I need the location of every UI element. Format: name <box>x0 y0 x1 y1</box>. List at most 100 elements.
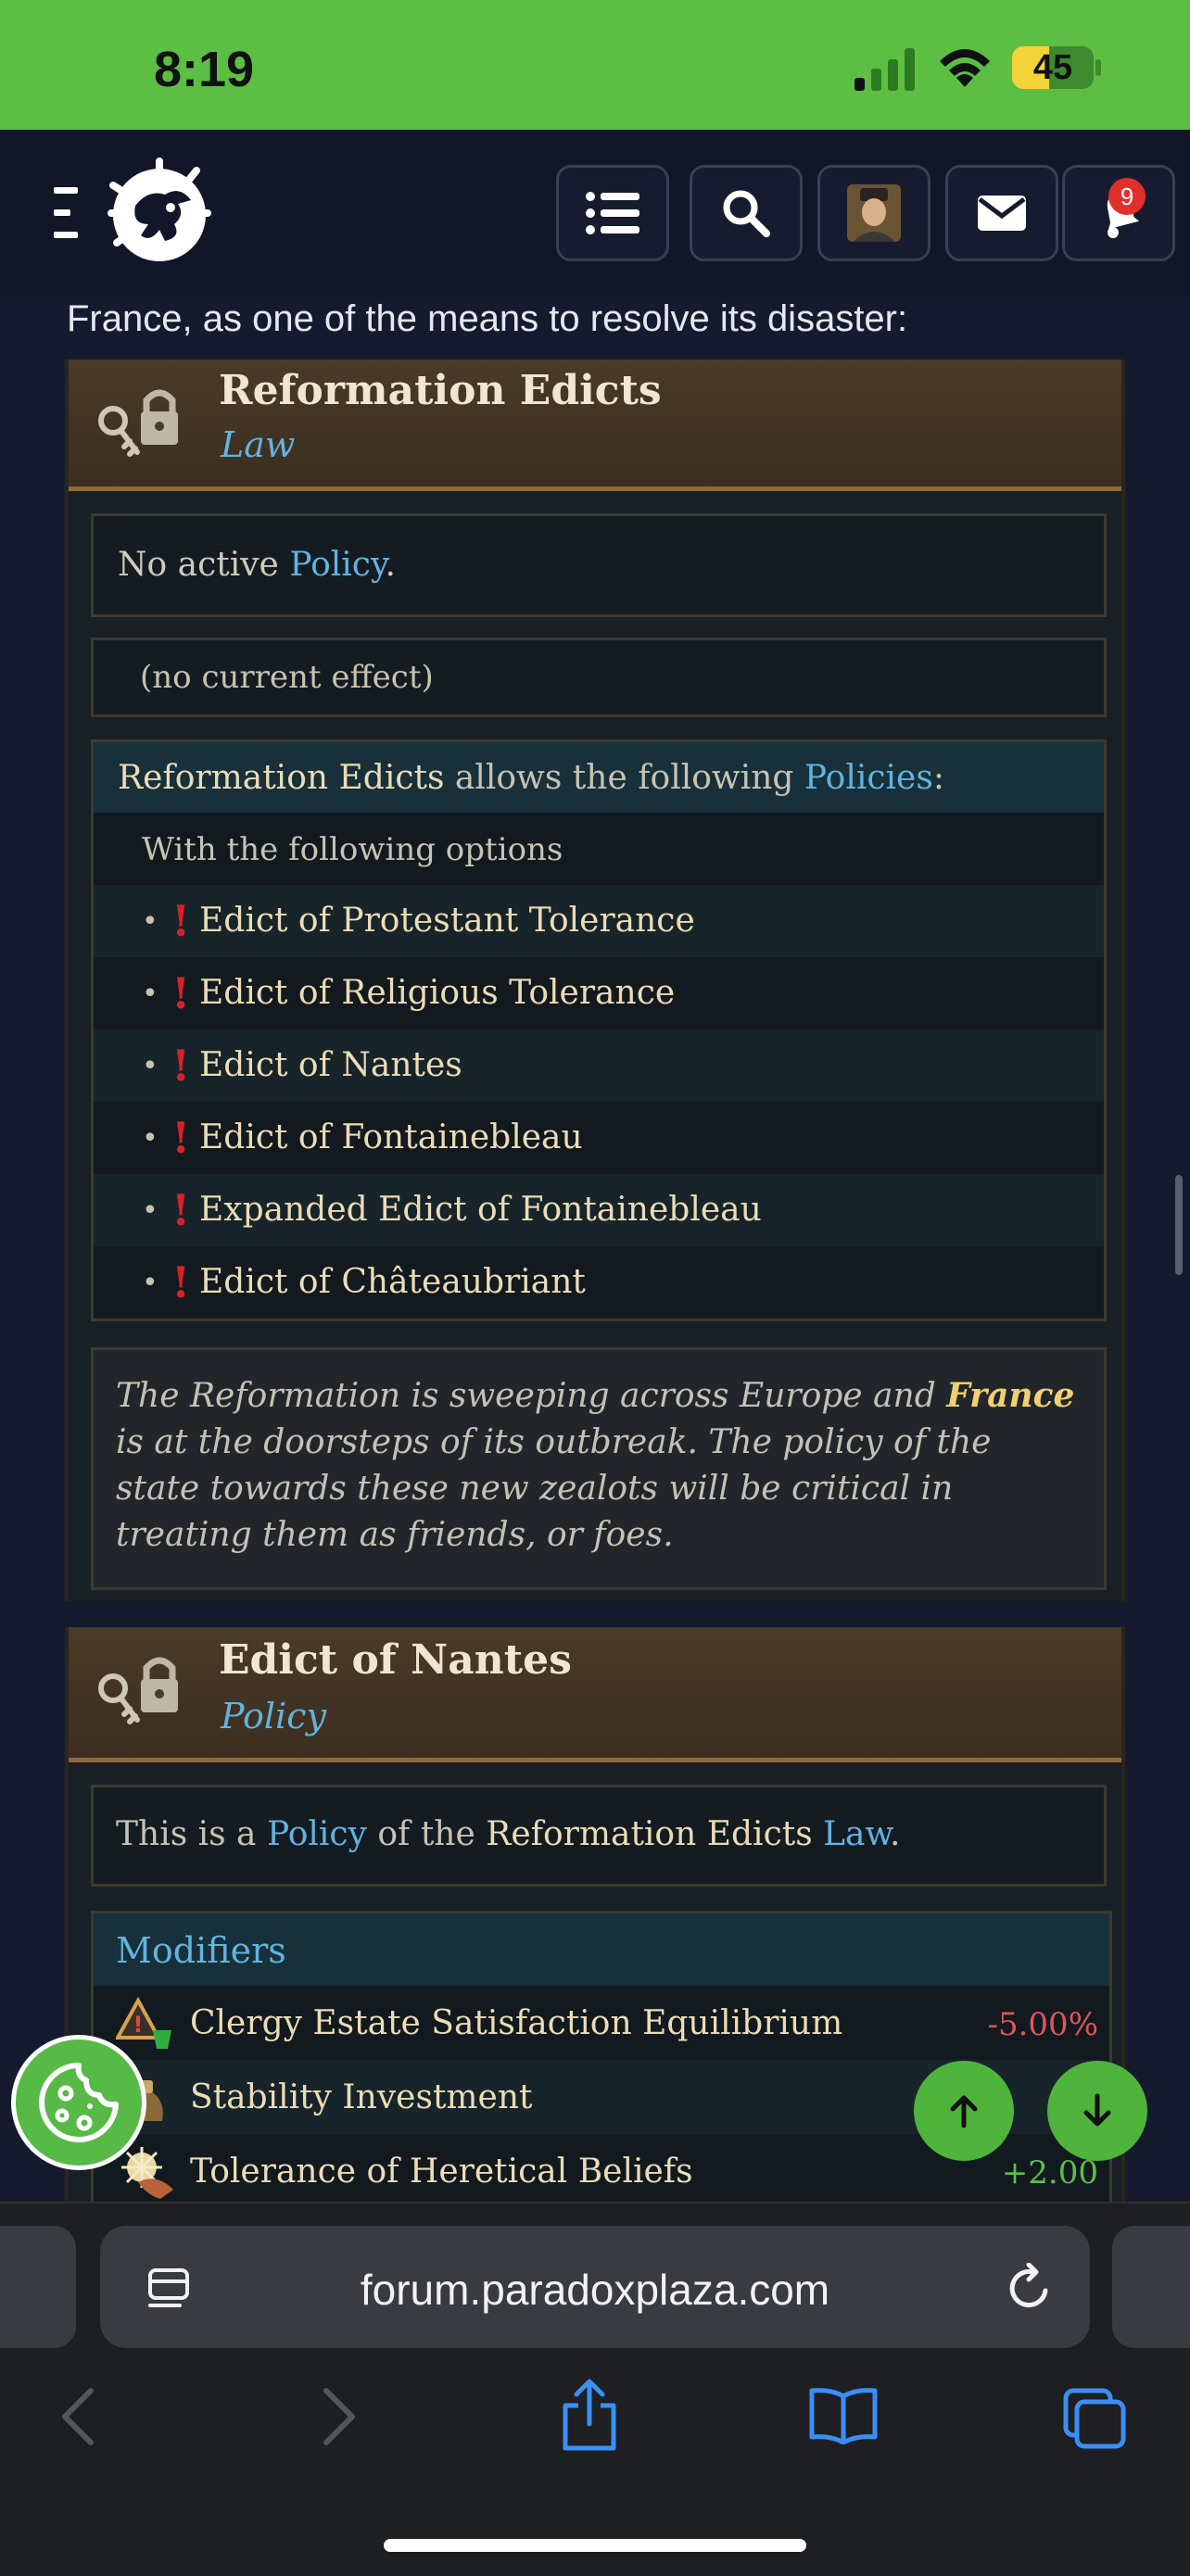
share-icon[interactable] <box>560 2378 619 2452</box>
policy-option-name: Edict of Protestant Tolerance <box>199 902 695 940</box>
status-bar: 8:19 45 <box>0 0 1190 130</box>
modifier-name: Clergy Estate Satisfaction Equilibrium <box>190 2004 843 2042</box>
desc-middle: of the <box>366 1815 487 1853</box>
mail-icon <box>978 196 1026 231</box>
modifiers-label: Modifiers <box>116 1930 286 1971</box>
bookmarks-icon[interactable] <box>808 2387 879 2444</box>
previous-tab-preview[interactable] <box>0 2226 76 2348</box>
scroll-up-button[interactable] <box>914 2061 1014 2161</box>
policy-option-name: Expanded Edict of Fontainebleau <box>199 1191 762 1229</box>
policy-option[interactable]: • ! Expanded Edict of Fontainebleau <box>94 1174 1104 1246</box>
key-lock-icon <box>98 389 178 457</box>
bullet-icon: • <box>142 1267 158 1299</box>
battery-indicator: 45 <box>1012 46 1094 89</box>
allows-suffix: : <box>932 759 944 797</box>
tabs-icon[interactable] <box>1062 2387 1127 2450</box>
policy-option-name: Edict of Nantes <box>199 1046 462 1084</box>
options-label: With the following options <box>142 831 563 868</box>
clock: 8:19 <box>154 42 255 97</box>
warning-icon: ! <box>171 1113 191 1163</box>
messages-button[interactable] <box>945 165 1058 261</box>
law-card-header: Reformation Edicts Law <box>69 360 1121 491</box>
tolerance-icon <box>121 2147 173 2199</box>
battery-percent: 45 <box>1032 48 1073 87</box>
arrow-up-icon <box>950 2095 978 2128</box>
url-text: forum.paradoxplaza.com <box>360 2266 830 2314</box>
back-icon[interactable] <box>59 2387 96 2446</box>
search-icon <box>723 190 770 237</box>
current-effect-text: (no current effect) <box>140 659 434 696</box>
modifiers-header: Modifiers <box>94 1913 1109 1986</box>
flavor-text-box: The Reformation is sweeping across Europ… <box>91 1347 1107 1590</box>
desc-prefix: This is a <box>116 1815 267 1853</box>
warning-icon: ! <box>171 1257 191 1307</box>
current-effect-box: (no current effect) <box>91 638 1107 717</box>
battery-cap <box>1095 59 1101 76</box>
policy-link[interactable]: Policy <box>289 546 385 584</box>
reload-icon[interactable] <box>1005 2263 1055 2313</box>
wifi-icon <box>940 49 990 87</box>
side-menu-icon[interactable] <box>54 187 78 241</box>
address-bar[interactable]: forum.paradoxplaza.com <box>100 2226 1090 2348</box>
arrow-down-icon <box>1083 2093 1111 2127</box>
forum-header <box>0 130 1190 297</box>
options-row: With the following options <box>94 813 1104 885</box>
warning-icon: ! <box>171 1185 191 1235</box>
allowed-policies-header: Reformation Edicts allows the following … <box>94 742 1104 813</box>
bullet-icon: • <box>142 905 158 938</box>
search-button[interactable] <box>690 165 803 261</box>
warning-icon: ! <box>171 896 191 946</box>
bullet-icon: • <box>142 978 158 1010</box>
policy-option[interactable]: • ! Edict of Nantes <box>94 1029 1104 1102</box>
cookie-settings-button[interactable] <box>11 2035 146 2170</box>
policy-link[interactable]: Policy <box>267 1815 367 1853</box>
policy-option-name: Edict of Châteaubriant <box>199 1263 586 1301</box>
law-link[interactable]: Law <box>813 1815 890 1853</box>
bullet-icon: • <box>142 1050 158 1082</box>
modifier-name: Tolerance of Heretical Beliefs <box>190 2153 693 2191</box>
desc-suffix: . <box>890 1815 901 1853</box>
policy-option[interactable]: • ! Edict of Châteaubriant <box>94 1246 1104 1319</box>
policy-option[interactable]: • ! Edict of Religious Tolerance <box>94 957 1104 1029</box>
modifier-name: Stability Investment <box>190 2078 533 2116</box>
forward-icon[interactable] <box>321 2387 358 2446</box>
key-lock-icon <box>98 1657 178 1724</box>
next-tab-preview[interactable] <box>1112 2226 1190 2348</box>
notification-badge: 9 <box>1108 178 1146 215</box>
law-name-highlight[interactable]: Reformation Edicts <box>486 1815 812 1853</box>
policy-option[interactable]: • ! Edict of Protestant Tolerance <box>94 885 1104 957</box>
avatar <box>847 184 901 242</box>
active-policy-box: No active Policy. <box>91 513 1107 617</box>
no-policy-suffix: . <box>385 546 396 584</box>
flavor-text: The Reformation is sweeping across Europ… <box>116 1372 1076 1559</box>
policy-option-name: Edict of Religious Tolerance <box>199 974 676 1012</box>
law-card-title: Reformation Edicts <box>219 367 662 414</box>
forum-menu-button[interactable] <box>556 165 669 261</box>
svg-text:!: ! <box>133 2012 144 2038</box>
user-avatar-button[interactable] <box>817 165 930 261</box>
flavor-text-start: The Reformation is sweeping across Europ… <box>116 1377 947 1415</box>
modifiers-box: Modifiers ! Clergy Estate Satisfaction E… <box>91 1911 1112 2207</box>
no-policy-text: No active <box>118 546 290 584</box>
home-indicator[interactable] <box>384 2539 806 2552</box>
policy-option[interactable]: • ! Edict of Fontainebleau <box>94 1102 1104 1174</box>
page-scrollbar[interactable] <box>1175 1175 1183 1275</box>
cellular-signal-icon <box>855 48 915 91</box>
law-name-highlight: Reformation Edicts <box>118 759 445 797</box>
list-icon <box>586 192 639 234</box>
policy-card-header: Edict of Nantes Policy <box>69 1627 1121 1762</box>
policy-card-title: Edict of Nantes <box>219 1636 572 1684</box>
browser-toolbar: forum.paradoxplaza.com <box>0 2202 1190 2576</box>
policy-description: This is a Policy of the Reformation Edic… <box>116 1815 901 1853</box>
policies-link[interactable]: Policies <box>804 759 933 797</box>
policy-description-box: This is a Policy of the Reformation Edic… <box>91 1785 1107 1887</box>
warning-icon: ! <box>171 968 191 1018</box>
modifier-value: +2.00 <box>1001 2154 1098 2191</box>
policy-option-name: Edict of Fontainebleau <box>199 1118 583 1156</box>
law-card-subtitle: Law <box>221 424 296 465</box>
scroll-down-button[interactable] <box>1047 2061 1147 2161</box>
modifier-value: -5.00% <box>987 2006 1099 2043</box>
warning-icon: ! <box>171 1041 191 1091</box>
paradox-logo-icon[interactable] <box>104 158 213 267</box>
allowed-policies-box: Reformation Edicts allows the following … <box>91 739 1107 1321</box>
